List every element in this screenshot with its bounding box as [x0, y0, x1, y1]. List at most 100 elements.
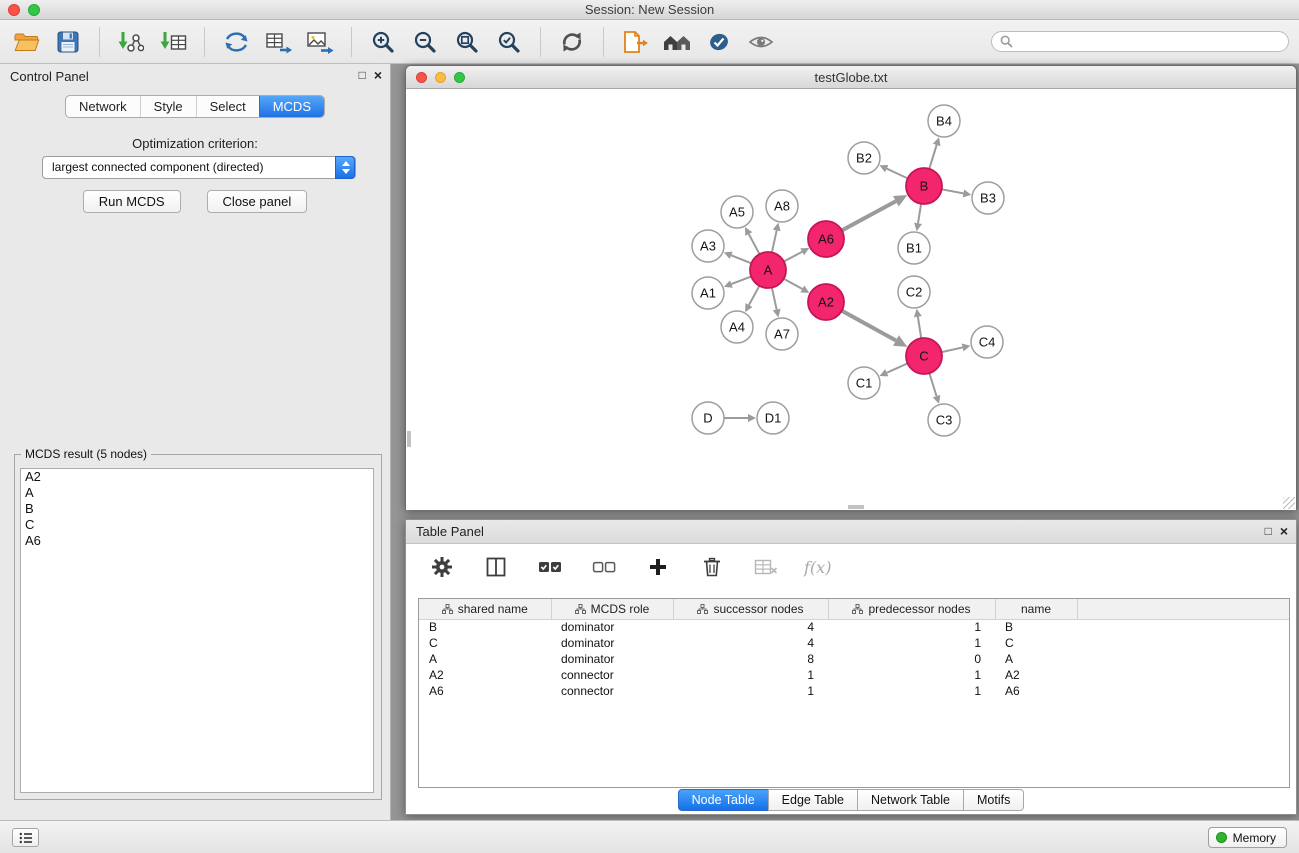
vertical-scroll-thumb[interactable] — [407, 431, 411, 447]
table-row[interactable]: Cdominator41C — [419, 635, 1289, 651]
graph-node-C2[interactable] — [898, 276, 930, 308]
close-panel-button[interactable]: Close panel — [207, 190, 308, 213]
graph-edge[interactable] — [918, 204, 921, 224]
tab-mcds[interactable]: MCDS — [259, 96, 324, 117]
open-session-button[interactable] — [10, 25, 42, 59]
graph-node-B1[interactable] — [898, 232, 930, 264]
column-header-name[interactable]: name — [995, 599, 1077, 619]
graph-edge[interactable] — [942, 347, 963, 352]
refresh-button[interactable] — [556, 25, 588, 59]
run-mcds-button[interactable]: Run MCDS — [83, 190, 181, 213]
float-table-panel-icon[interactable]: □ — [1265, 524, 1272, 538]
zoom-fit-button[interactable] — [451, 25, 483, 59]
toggle-column-button[interactable] — [480, 550, 512, 584]
close-window-button[interactable] — [8, 4, 20, 16]
table-settings-button[interactable] — [426, 550, 458, 584]
graph-node-B[interactable] — [906, 168, 942, 204]
graph-edge[interactable] — [784, 252, 802, 262]
select-all-button[interactable] — [534, 550, 566, 584]
table-row[interactable]: A2connector11A2 — [419, 667, 1289, 683]
graph-node-B3[interactable] — [972, 182, 1004, 214]
graph-node-A[interactable] — [750, 252, 786, 288]
graph-node-B4[interactable] — [928, 105, 960, 137]
network-canvas[interactable]: B4B2BB3A5A8A6B1A3AC2A1A2A4A7C4CC1C3DD1 — [406, 89, 1296, 510]
table-row[interactable]: Bdominator41B — [419, 619, 1289, 635]
column-header-predecessor-nodes[interactable]: predecessor nodes — [828, 599, 995, 619]
graph-edge[interactable] — [942, 189, 964, 193]
resize-grip-icon[interactable] — [1283, 497, 1295, 509]
graph-node-A7[interactable] — [766, 318, 798, 350]
tab-select[interactable]: Select — [196, 96, 259, 117]
column-header-successor-nodes[interactable]: successor nodes — [673, 599, 828, 619]
column-header-mcds-role[interactable]: MCDS role — [551, 599, 673, 619]
graph-edge[interactable] — [887, 169, 908, 179]
import-network-button[interactable] — [115, 25, 147, 59]
check-badge-button[interactable] — [703, 25, 735, 59]
graph-node-D[interactable] — [692, 402, 724, 434]
mcds-result-item[interactable]: C — [21, 517, 373, 533]
graph-node-C3[interactable] — [928, 404, 960, 436]
graph-node-C[interactable] — [906, 338, 942, 374]
graph-edge[interactable] — [842, 311, 896, 341]
open-document-button[interactable] — [619, 25, 651, 59]
memory-button[interactable]: Memory — [1208, 827, 1287, 848]
graph-edge[interactable] — [749, 286, 759, 305]
graph-node-A6[interactable] — [808, 221, 844, 257]
show-hide-button[interactable] — [745, 25, 777, 59]
graph-node-A8[interactable] — [766, 190, 798, 222]
deselect-all-button[interactable] — [588, 550, 620, 584]
search-input[interactable] — [1018, 35, 1280, 49]
tab-node-table[interactable]: Node Table — [678, 789, 769, 811]
close-table-panel-icon[interactable]: × — [1280, 524, 1288, 538]
add-column-button[interactable] — [642, 550, 674, 584]
network-window-titlebar[interactable]: testGlobe.txt — [406, 66, 1296, 89]
graph-edge[interactable] — [887, 363, 908, 372]
zoom-window-button[interactable] — [28, 4, 40, 16]
mcds-result-item[interactable]: A — [21, 485, 373, 501]
network-graph[interactable]: B4B2BB3A5A8A6B1A3AC2A1A2A4A7C4CC1C3DD1 — [406, 89, 1294, 507]
tab-network[interactable]: Network — [66, 96, 140, 117]
graph-edge[interactable] — [918, 317, 921, 339]
table-row[interactable]: A6connector11A6 — [419, 683, 1289, 699]
new-network-button[interactable] — [220, 25, 252, 59]
graph-node-B2[interactable] — [848, 142, 880, 174]
float-panel-icon[interactable]: □ — [359, 68, 366, 82]
tab-network-table[interactable]: Network Table — [857, 789, 964, 811]
graph-edge[interactable] — [772, 230, 777, 252]
graph-node-D1[interactable] — [757, 402, 789, 434]
mcds-result-item[interactable]: B — [21, 501, 373, 517]
graph-edge[interactable] — [731, 255, 751, 263]
delete-column-button[interactable] — [696, 550, 728, 584]
graph-edge[interactable] — [842, 201, 896, 230]
criterion-dropdown[interactable]: largest connected component (directed) — [42, 156, 356, 179]
zoom-selected-button[interactable] — [493, 25, 525, 59]
graph-node-A1[interactable] — [692, 277, 724, 309]
tab-style[interactable]: Style — [140, 96, 196, 117]
mcds-result-item[interactable]: A2 — [21, 469, 373, 485]
save-session-button[interactable] — [52, 25, 84, 59]
network-view-window[interactable]: testGlobe.txt B4B2BB3A5A8A6B1A3AC2A1A2A4… — [405, 65, 1297, 510]
zoom-in-button[interactable] — [367, 25, 399, 59]
close-network-window-button[interactable] — [416, 72, 427, 83]
mcds-result-item[interactable]: A6 — [21, 533, 373, 549]
graph-edge[interactable] — [772, 288, 777, 310]
table-row[interactable]: Adominator80A — [419, 651, 1289, 667]
graph-edge[interactable] — [929, 145, 936, 169]
graph-node-A3[interactable] — [692, 230, 724, 262]
search-box[interactable] — [991, 31, 1289, 52]
import-table-button[interactable] — [157, 25, 189, 59]
graph-edge[interactable] — [731, 276, 751, 284]
zoom-out-button[interactable] — [409, 25, 441, 59]
tab-motifs[interactable]: Motifs — [963, 789, 1024, 811]
graph-edge[interactable] — [929, 373, 936, 396]
column-header-shared-name[interactable]: shared name — [419, 599, 551, 619]
graph-node-A5[interactable] — [721, 196, 753, 228]
home-views-button[interactable] — [661, 25, 693, 59]
tab-edge-table[interactable]: Edge Table — [768, 789, 858, 811]
mcds-result-list[interactable]: A2ABCA6 — [20, 468, 374, 793]
graph-node-C4[interactable] — [971, 326, 1003, 358]
export-image-button[interactable] — [304, 25, 336, 59]
new-table-button[interactable] — [262, 25, 294, 59]
graph-node-A2[interactable] — [808, 284, 844, 320]
horizontal-scroll-thumb[interactable] — [848, 505, 864, 509]
